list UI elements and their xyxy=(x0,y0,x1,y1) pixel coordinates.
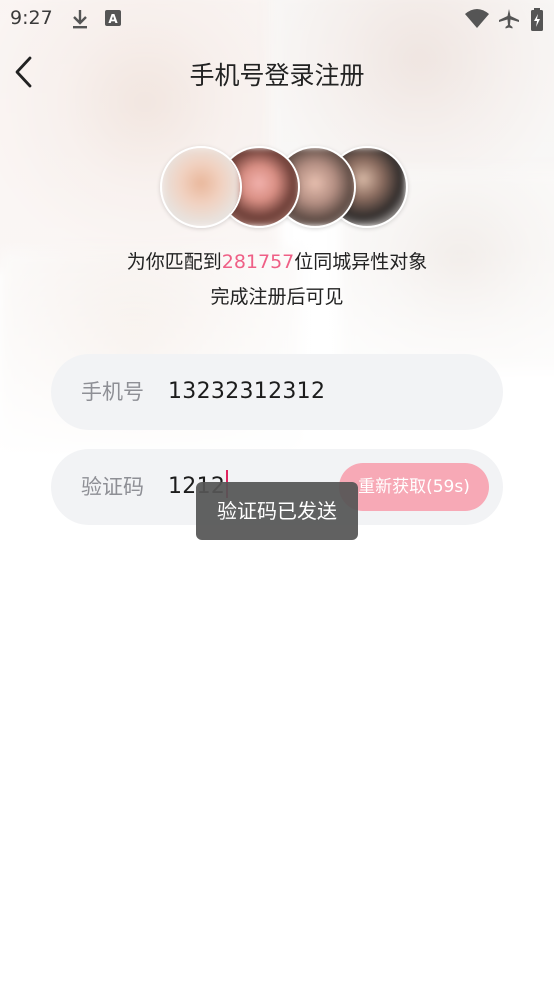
download-icon xyxy=(70,8,90,35)
toast-message: 验证码已发送 xyxy=(196,482,358,540)
register-hint-text: 完成注册后可见 xyxy=(210,286,344,308)
match-count-prefix: 为你匹配到 xyxy=(126,251,222,273)
phone-field[interactable]: 手机号 13232312312 xyxy=(51,354,503,430)
keyboard-a-icon: A xyxy=(104,8,122,33)
phone-input[interactable]: 13232312312 xyxy=(168,354,325,430)
avatar-1 xyxy=(160,146,242,228)
match-count-text: 为你匹配到281757位同城异性对象 xyxy=(0,247,554,274)
svg-text:A: A xyxy=(108,12,118,26)
match-count-suffix: 位同城异性对象 xyxy=(294,251,428,273)
wifi-icon xyxy=(464,8,490,35)
phone-field-label: 手机号 xyxy=(81,380,144,404)
verification-code-label: 验证码 xyxy=(81,475,144,499)
resend-code-button[interactable]: 重新获取(59s) xyxy=(339,463,489,511)
match-count-number: 281757 xyxy=(221,251,295,273)
status-bar: 9:27 A xyxy=(0,0,554,38)
avatar-stack xyxy=(160,146,408,228)
airplane-icon xyxy=(498,8,520,35)
page-title: 手机号登录注册 xyxy=(189,61,365,90)
battery-charging-icon xyxy=(530,8,544,37)
status-time: 9:27 xyxy=(10,7,53,29)
